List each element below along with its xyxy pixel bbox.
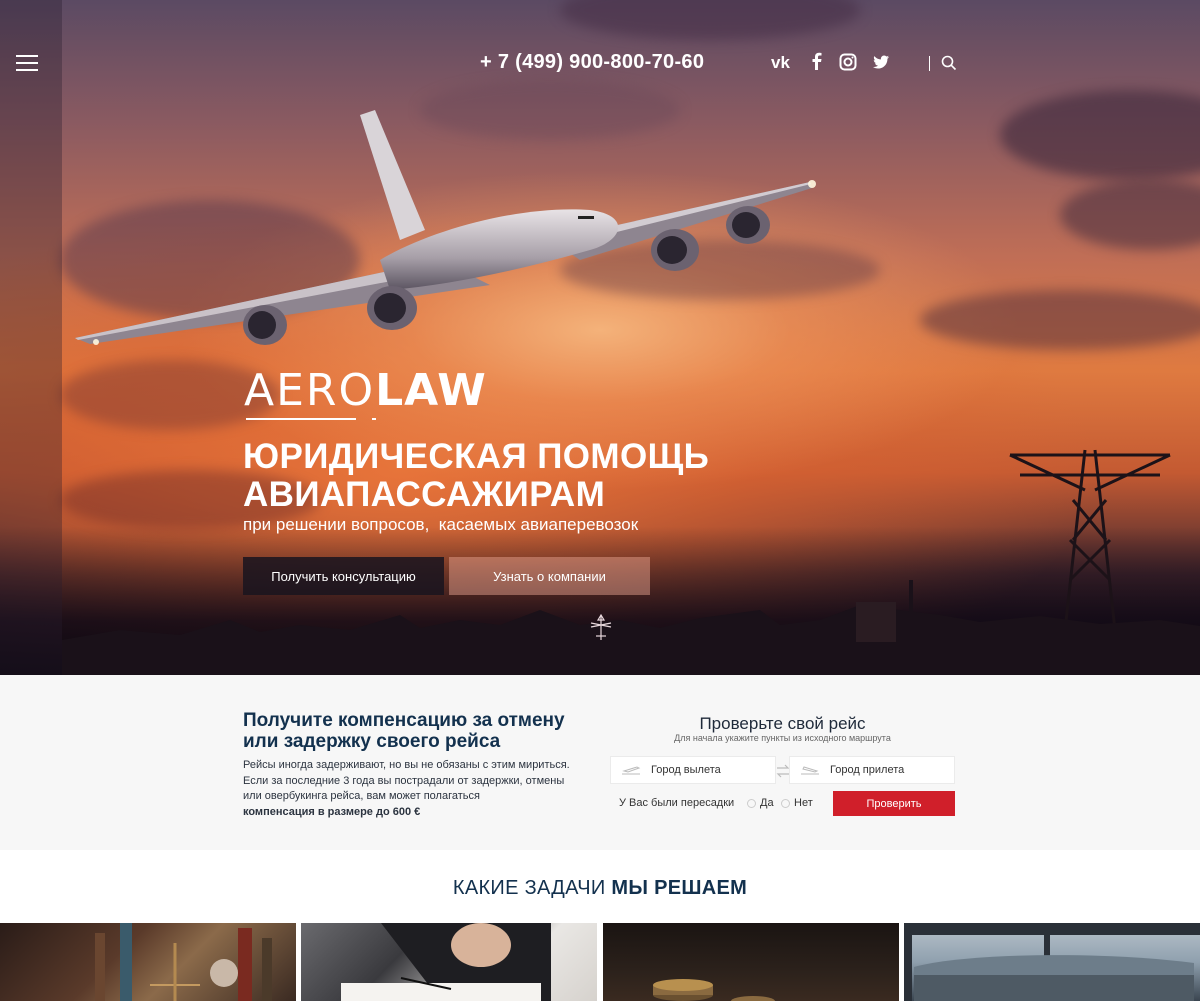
departure-city-field[interactable]: Город вылета <box>610 756 776 784</box>
transfer-question: У Вас были пересадки <box>619 797 735 809</box>
task-card-justice[interactable] <box>0 923 296 1001</box>
hero-subtitle: при решении вопросов, касаемых авиаперев… <box>243 515 639 534</box>
vk-icon[interactable]: vk <box>771 52 795 74</box>
search-icon[interactable] <box>941 55 957 75</box>
takeoff-icon <box>611 764 651 776</box>
compensation-title: Получите компенсацию за отмену или задер… <box>243 710 565 752</box>
check-flight-button[interactable]: Проверить <box>833 791 955 816</box>
compensation-amount-bold: компенсация в размере до 600 € <box>243 805 421 818</box>
hero-title-line2: АВИАПАССАЖИРАМ <box>243 475 606 514</box>
hero-title-line1: ЮРИДИЧЕСКАЯ ПОМОЩЬ <box>243 437 710 476</box>
phone-number[interactable]: + 7 (499) 900-800-70-60 <box>480 51 704 74</box>
departure-city-placeholder: Город вылета <box>651 764 721 776</box>
compensation-text-line2: Если за последние 3 года вы пострадали о… <box>243 774 565 787</box>
facebook-icon[interactable] <box>811 52 823 74</box>
landing-icon <box>790 764 830 776</box>
hero-title: ЮРИДИЧЕСКАЯ ПОМОЩЬ АВИАПАССАЖИРАМ <box>243 438 709 514</box>
verify-hint: Для начала укажите пункты из исходного м… <box>674 733 891 743</box>
arrival-city-placeholder: Город прилета <box>830 764 905 776</box>
airplane-image <box>75 110 816 345</box>
about-company-button[interactable]: Узнать о компании <box>449 557 650 595</box>
transfer-yes-radio[interactable]: Да <box>747 797 774 809</box>
logo-bold-text: LAW <box>375 365 487 416</box>
menu-hamburger-icon[interactable] <box>16 55 38 71</box>
logo-light-text: AERO <box>244 365 376 416</box>
tasks-title-light: КАКИЕ ЗАДАЧИ <box>452 877 606 899</box>
logo-dot <box>372 418 376 420</box>
scales-of-justice-image <box>95 923 272 1001</box>
transfer-yes-label: Да <box>760 797 774 809</box>
tasks-title: КАКИЕ ЗАДАЧИ МЫ РЕШАЕМ <box>0 877 1200 900</box>
coins-image <box>653 979 775 1001</box>
compensation-amount: компенсация в размере до 600 € <box>243 805 588 821</box>
task-card-money[interactable] <box>603 923 899 1001</box>
tasks-title-bold: МЫ РЕШАЕМ <box>611 877 748 899</box>
task-card-airport[interactable] <box>904 923 1200 1001</box>
instagram-icon[interactable] <box>839 52 857 74</box>
check-flight-section <box>0 675 1200 850</box>
transfer-no-radio[interactable]: Нет <box>781 797 813 809</box>
get-consultation-button[interactable]: Получить консультацию <box>243 557 444 595</box>
twitter-icon[interactable] <box>872 52 890 74</box>
hero-banner: + 7 (499) 900-800-70-60 vk AEROLAW ЮРИДИ… <box>0 0 1200 675</box>
verify-title: Проверьте свой рейс <box>699 714 866 733</box>
radio-circle-no <box>781 798 790 808</box>
logo-underline <box>246 418 356 420</box>
plane-scroll-icon[interactable] <box>589 613 613 646</box>
aerolaw-logo: AEROLAW <box>244 368 487 414</box>
compensation-text-line1: Рейсы иногда задерживают, но вы не обяза… <box>243 759 570 771</box>
arrival-city-field[interactable]: Город прилета <box>789 756 955 784</box>
transfer-no-label: Нет <box>794 797 813 809</box>
compensation-text: Рейсы иногда задерживают, но вы не обяза… <box>243 758 588 820</box>
radio-circle-yes <box>747 798 756 808</box>
header-separator <box>929 56 930 71</box>
task-card-documents[interactable] <box>301 923 597 1001</box>
signing-documents-image <box>341 923 551 1001</box>
airport-terminal-image <box>904 923 1200 1001</box>
sidebar-strip <box>0 0 62 675</box>
compensation-text-line3: или овербукинга рейса, вам может полагат… <box>243 790 480 802</box>
svg-text:vk: vk <box>771 53 790 72</box>
